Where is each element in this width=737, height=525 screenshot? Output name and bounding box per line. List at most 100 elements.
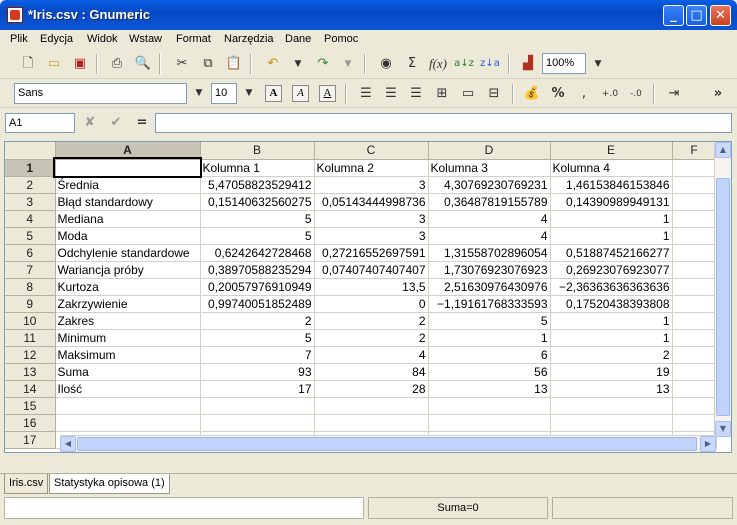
cell-e[interactable]: 1 bbox=[550, 329, 673, 347]
scroll-left-icon[interactable]: ◀ bbox=[60, 436, 76, 452]
thousands-separator-icon[interactable]: , bbox=[574, 84, 594, 104]
cell-c[interactable]: 2 bbox=[314, 312, 429, 330]
cell-a[interactable]: Zakres bbox=[55, 312, 201, 330]
sum-icon[interactable]: Σ bbox=[402, 54, 422, 74]
cell-a[interactable] bbox=[55, 397, 201, 415]
horizontal-scroll-thumb[interactable] bbox=[77, 437, 697, 451]
merge-cells-icon[interactable]: ⊞ bbox=[432, 84, 452, 104]
cell-d[interactable]: 4,30769230769231 bbox=[428, 176, 551, 194]
cell-b[interactable]: 0,38970588235294 bbox=[200, 261, 315, 279]
function-icon[interactable]: f(x) bbox=[428, 54, 448, 74]
font-name-dropdown-icon[interactable]: ▼ bbox=[189, 83, 209, 103]
cell-e[interactable] bbox=[550, 397, 673, 415]
row-header[interactable]: 10 bbox=[5, 312, 56, 330]
cell-f[interactable] bbox=[672, 380, 717, 398]
formula-input[interactable] bbox=[155, 113, 732, 133]
cell-b[interactable]: 17 bbox=[200, 380, 315, 398]
percent-button[interactable]: % bbox=[548, 84, 568, 104]
font-size-dropdown-icon[interactable]: ▼ bbox=[239, 83, 259, 103]
cell-d[interactable]: 1 bbox=[428, 329, 551, 347]
cell-b[interactable]: 5 bbox=[200, 329, 315, 347]
cell-c[interactable]: 3 bbox=[314, 210, 429, 228]
toolbar-overflow-chevron[interactable]: » bbox=[708, 84, 728, 104]
cell-c[interactable]: 84 bbox=[314, 363, 429, 381]
menu-edycja[interactable]: Edycja bbox=[40, 33, 73, 45]
undo-icon[interactable]: ↶ bbox=[263, 54, 283, 74]
cell-e[interactable]: 1 bbox=[550, 227, 673, 245]
row-header[interactable]: 17 bbox=[5, 431, 56, 449]
cell-f[interactable] bbox=[672, 414, 717, 432]
cell-f[interactable] bbox=[672, 210, 717, 228]
copy-icon[interactable]: ⧉ bbox=[198, 54, 218, 74]
column-header-d[interactable]: D bbox=[428, 142, 551, 160]
cell-f[interactable] bbox=[672, 261, 717, 279]
cell-a[interactable]: Błąd standardowy bbox=[55, 193, 201, 211]
print-preview-icon[interactable]: 🔍 bbox=[133, 54, 153, 74]
sort-ascending-icon[interactable]: a↓z bbox=[454, 54, 474, 74]
cell-c[interactable]: 3 bbox=[314, 227, 429, 245]
menu-widok[interactable]: Widok bbox=[87, 33, 118, 45]
cell-c[interactable] bbox=[314, 397, 429, 415]
cut-icon[interactable]: ✂ bbox=[172, 54, 192, 74]
equals-button[interactable]: = bbox=[132, 113, 152, 133]
cell-a[interactable]: Średnia bbox=[55, 176, 201, 194]
cell-e[interactable]: 0,26923076923077 bbox=[550, 261, 673, 279]
cell-f[interactable] bbox=[672, 278, 717, 296]
cell-e[interactable]: 1 bbox=[550, 312, 673, 330]
split-cells-icon[interactable]: ⊟ bbox=[484, 84, 504, 104]
cell-a[interactable]: Suma bbox=[55, 363, 201, 381]
cell-d[interactable]: 0,36487819155789 bbox=[428, 193, 551, 211]
cell-f[interactable] bbox=[672, 159, 717, 177]
menu-format[interactable]: Format bbox=[176, 33, 211, 45]
cell-f[interactable] bbox=[672, 193, 717, 211]
cell-b[interactable]: 2 bbox=[200, 312, 315, 330]
cell-e[interactable]: 1,46153846153846 bbox=[550, 176, 673, 194]
align-center-icon[interactable]: ☰ bbox=[381, 84, 401, 104]
column-header-b[interactable]: B bbox=[200, 142, 315, 160]
save-icon[interactable]: ▣ bbox=[70, 54, 90, 74]
cell-d[interactable]: 4 bbox=[428, 227, 551, 245]
row-header[interactable]: 13 bbox=[5, 363, 56, 381]
vertical-scroll-thumb[interactable] bbox=[716, 178, 730, 416]
cell-f[interactable] bbox=[672, 397, 717, 415]
cell-c[interactable]: 13,5 bbox=[314, 278, 429, 296]
menu-dane[interactable]: Dane bbox=[285, 33, 311, 45]
cell-f[interactable] bbox=[672, 312, 717, 330]
cell-f[interactable] bbox=[672, 329, 717, 347]
undo-dropdown-icon[interactable]: ▼ bbox=[288, 54, 308, 74]
vertical-scrollbar[interactable]: ▲ ▼ bbox=[714, 142, 731, 437]
decrease-decimals-icon[interactable]: -.0 bbox=[626, 84, 646, 104]
scroll-up-icon[interactable]: ▲ bbox=[715, 142, 731, 158]
cell-b[interactable]: 93 bbox=[200, 363, 315, 381]
cell-c[interactable]: 4 bbox=[314, 346, 429, 364]
cell-c[interactable]: 0 bbox=[314, 295, 429, 313]
cell-b[interactable]: 7 bbox=[200, 346, 315, 364]
cell-e[interactable]: 0,51887452166277 bbox=[550, 244, 673, 262]
tab-iris-csv[interactable]: Iris.csv bbox=[4, 474, 49, 494]
row-header[interactable]: 9 bbox=[5, 295, 56, 313]
print-icon[interactable]: ⎙ bbox=[107, 54, 127, 74]
cell-e[interactable]: Kolumna 4 bbox=[550, 159, 673, 177]
cell-b[interactable]: 5 bbox=[200, 210, 315, 228]
increase-decimals-icon[interactable]: +.0 bbox=[600, 84, 620, 104]
open-icon[interactable]: ▭ bbox=[44, 54, 64, 74]
cell-c[interactable]: Kolumna 2 bbox=[314, 159, 429, 177]
menu-wstaw[interactable]: Wstaw bbox=[129, 33, 162, 45]
paste-icon[interactable]: 📋 bbox=[224, 54, 244, 74]
cell-a[interactable]: Mediana bbox=[55, 210, 201, 228]
horizontal-scrollbar[interactable]: ◀ ▶ bbox=[60, 435, 716, 452]
cell-b[interactable]: 0,6242642728468 bbox=[200, 244, 315, 262]
cell-a[interactable]: Kurtoza bbox=[55, 278, 201, 296]
cell-d[interactable]: −1,19161768333593 bbox=[428, 295, 551, 313]
cell-d[interactable]: 4 bbox=[428, 210, 551, 228]
center-across-icon[interactable]: ▭ bbox=[458, 84, 478, 104]
cell-a[interactable]: Moda bbox=[55, 227, 201, 245]
column-header-e[interactable]: E bbox=[550, 142, 673, 160]
cell-e[interactable] bbox=[550, 414, 673, 432]
redo-dropdown-icon[interactable]: ▼ bbox=[338, 54, 358, 74]
row-header[interactable]: 8 bbox=[5, 278, 56, 296]
currency-icon[interactable]: 💰 bbox=[522, 84, 542, 104]
cell-e[interactable]: 19 bbox=[550, 363, 673, 381]
hyperlink-icon[interactable]: ◉ bbox=[376, 54, 396, 74]
cell-b[interactable] bbox=[200, 414, 315, 432]
